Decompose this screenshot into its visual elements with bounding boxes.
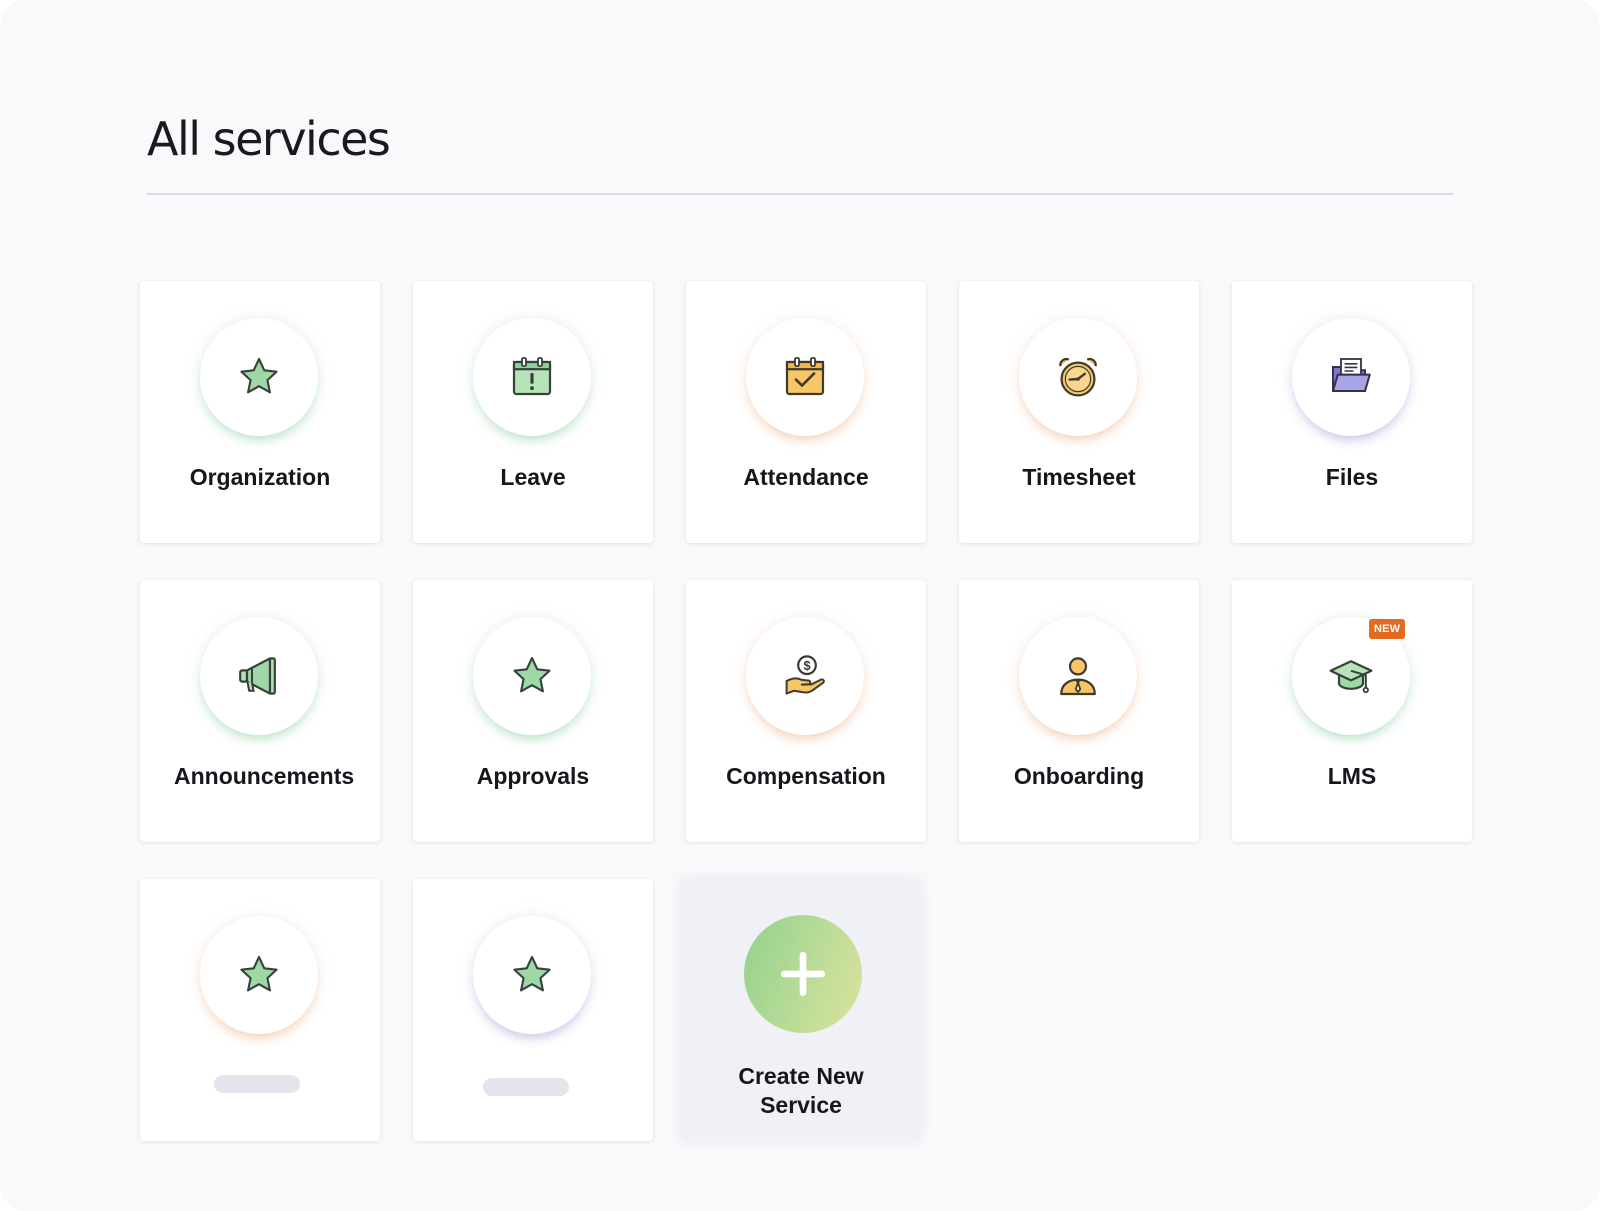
- service-label: Timesheet: [1022, 464, 1136, 490]
- service-label: Announcements: [174, 763, 355, 789]
- title-divider: [147, 193, 1453, 195]
- label-placeholder: [214, 1075, 300, 1093]
- service-card-placeholder[interactable]: [413, 879, 653, 1141]
- service-card-timesheet[interactable]: Timesheet: [959, 281, 1199, 543]
- hand-coin-icon: $: [781, 652, 829, 700]
- graduation-cap-icon: [1327, 652, 1375, 700]
- star-icon: [509, 653, 555, 699]
- create-new-service-card[interactable]: Create New Service: [681, 879, 921, 1141]
- service-label: Approvals: [476, 763, 590, 789]
- icon-circle: [200, 916, 318, 1034]
- create-label-line1: Create New: [738, 1063, 864, 1089]
- create-label-line2: Service: [760, 1092, 842, 1118]
- calendar-check-icon: [781, 353, 829, 401]
- icon-circle: [1019, 318, 1137, 436]
- icon-circle: [473, 617, 591, 735]
- service-card-approvals[interactable]: Approvals: [413, 580, 653, 842]
- alarm-clock-icon: [1054, 353, 1102, 401]
- service-card-announcements[interactable]: Announcements: [140, 580, 380, 842]
- service-card-compensation[interactable]: $ Compensation: [686, 580, 926, 842]
- icon-circle: [200, 318, 318, 436]
- icon-circle: [1019, 617, 1137, 735]
- new-badge: NEW: [1369, 619, 1406, 639]
- service-label: Compensation: [726, 763, 886, 789]
- calendar-alert-icon: [508, 353, 556, 401]
- service-card-placeholder[interactable]: [140, 879, 380, 1141]
- star-icon: [236, 354, 282, 400]
- plus-icon: [778, 949, 828, 999]
- label-placeholder: [483, 1078, 569, 1096]
- service-label: LMS: [1327, 763, 1377, 789]
- icon-circle: [473, 916, 591, 1034]
- service-card-files[interactable]: Files: [1232, 281, 1472, 543]
- icon-circle: [746, 318, 864, 436]
- service-label: Files: [1325, 464, 1379, 490]
- service-card-organization[interactable]: Organization: [140, 281, 380, 543]
- service-card-lms[interactable]: NEW LMS: [1232, 580, 1472, 842]
- icon-circle: [200, 617, 318, 735]
- add-service-button[interactable]: [744, 915, 862, 1033]
- person-tie-icon: [1054, 652, 1102, 700]
- page-title: All services: [147, 112, 391, 166]
- folder-files-icon: [1327, 353, 1375, 401]
- service-label: Onboarding: [1013, 763, 1145, 789]
- service-label: Organization: [189, 464, 331, 490]
- icon-circle: [1292, 318, 1410, 436]
- icon-circle: $: [746, 617, 864, 735]
- service-card-attendance[interactable]: Attendance: [686, 281, 926, 543]
- icon-circle: [473, 318, 591, 436]
- megaphone-icon: [235, 652, 283, 700]
- service-card-onboarding[interactable]: Onboarding: [959, 580, 1199, 842]
- svg-text:$: $: [803, 658, 810, 673]
- service-label: Attendance: [743, 464, 869, 490]
- service-card-leave[interactable]: Leave: [413, 281, 653, 543]
- star-icon: [509, 952, 555, 998]
- create-new-service-label: Create New Service: [681, 1062, 921, 1120]
- star-icon: [236, 952, 282, 998]
- service-label: Leave: [500, 464, 566, 490]
- all-services-panel: All services Organization Leave Attendan…: [0, 0, 1600, 1211]
